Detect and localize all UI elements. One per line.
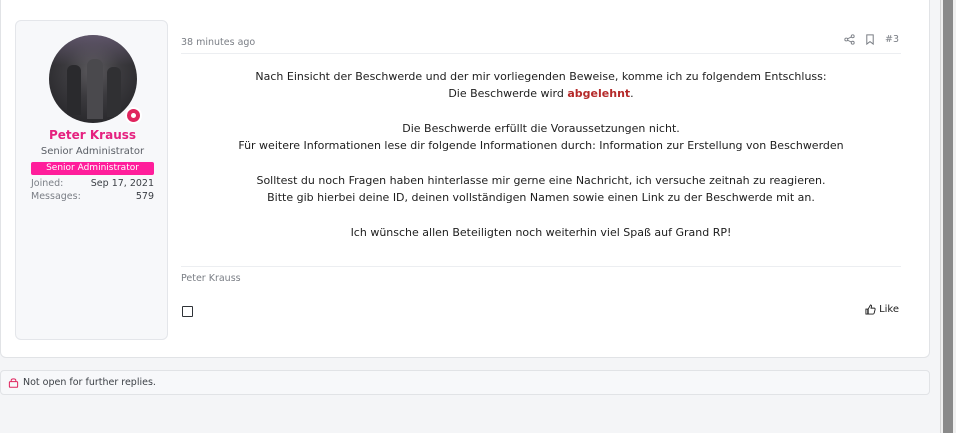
bookmark-icon[interactable]	[864, 33, 877, 46]
thumbs-up-icon	[865, 304, 876, 315]
body-line: Bitte gib hierbei deine ID, deinen volls…	[267, 191, 815, 204]
joined-label: Joined:	[31, 178, 64, 189]
username[interactable]: Peter Krauss	[16, 128, 169, 142]
post-date[interactable]: 38 minutes ago	[181, 37, 255, 48]
user-title: Senior Administrator	[40, 146, 145, 157]
joined-stat: Joined: Sep 17, 2021	[31, 178, 154, 189]
closed-thread-notice: Not open for further replies.	[0, 370, 930, 395]
post-container: Peter Krauss Senior Administrator Senior…	[0, 0, 930, 358]
avatar[interactable]	[49, 35, 137, 123]
post-main: 38 minutes ago #3 Nach Einsicht der Besc…	[181, 0, 901, 358]
body-line: Für weitere Informationen lese dir folge…	[238, 139, 844, 152]
body-line: Die Beschwerde wird abgelehnt.	[448, 87, 634, 100]
lock-icon	[8, 378, 19, 388]
post-actions: #3	[843, 33, 899, 46]
scrollbar-thumb[interactable]	[943, 0, 953, 433]
role-banner: Senior Administrator	[31, 162, 154, 175]
signature-divider	[181, 266, 901, 267]
body-line: Solltest du noch Fragen haben hinterlass…	[256, 174, 826, 187]
body-line: Ich wünsche allen Beteiligten noch weite…	[350, 226, 732, 239]
post-body: Nach Einsicht der Beschwerde und der mir…	[181, 68, 901, 259]
user-card: Peter Krauss Senior Administrator Senior…	[15, 20, 168, 340]
messages-stat: Messages: 579	[31, 191, 154, 202]
post-number[interactable]: #3	[885, 34, 899, 45]
rejected-text: abgelehnt	[567, 87, 631, 100]
messages-label: Messages:	[31, 191, 81, 202]
notice-text: Not open for further replies.	[23, 377, 156, 388]
signature: Peter Krauss	[181, 273, 241, 284]
select-post-checkbox[interactable]	[182, 306, 193, 317]
share-icon[interactable]	[843, 33, 856, 46]
body-line: Nach Einsicht der Beschwerde und der mir…	[255, 70, 827, 83]
like-label: Like	[879, 304, 899, 315]
like-button[interactable]: Like	[865, 304, 899, 315]
messages-value[interactable]: 579	[136, 191, 154, 202]
header-divider	[181, 53, 901, 54]
body-line: Die Beschwerde erfüllt die Voraussetzung…	[402, 122, 680, 135]
joined-value: Sep 17, 2021	[90, 178, 154, 189]
online-status-icon	[125, 107, 142, 124]
